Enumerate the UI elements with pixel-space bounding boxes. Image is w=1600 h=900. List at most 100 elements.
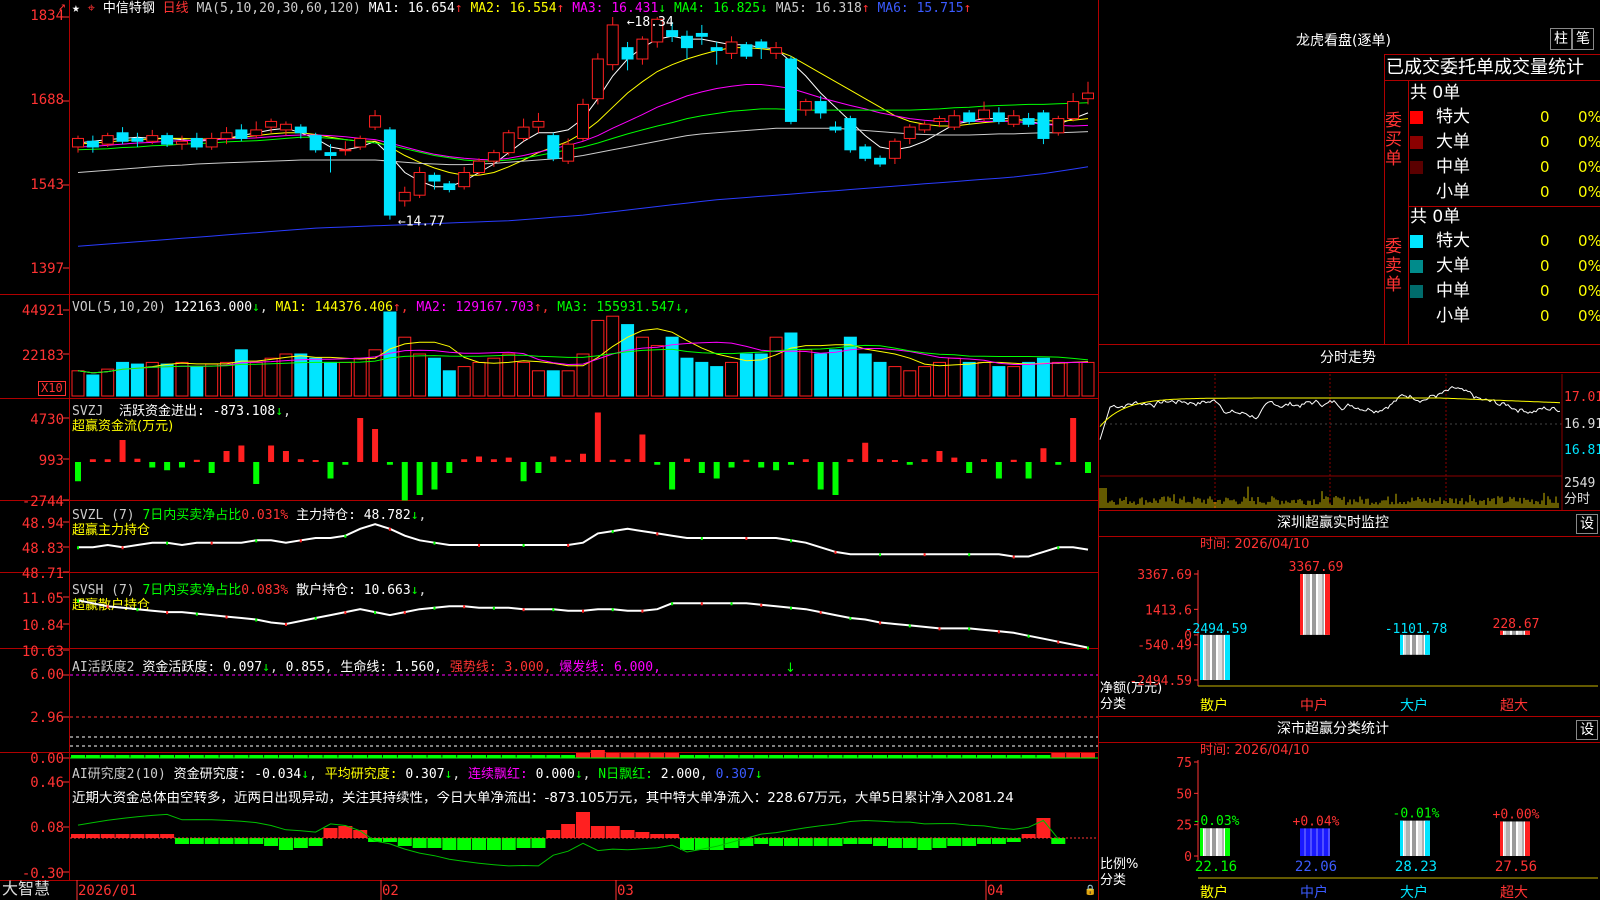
ai-research-bar — [947, 838, 962, 846]
sz-class-bar-stripe — [1512, 821, 1514, 856]
tab-tick[interactable]: 笔 — [1572, 28, 1594, 50]
volume-bar — [487, 357, 501, 397]
ai-active-bar — [605, 753, 620, 758]
volume-bar — [992, 366, 1006, 397]
tab-bar-chart[interactable]: 柱 — [1550, 28, 1572, 50]
sz-monitor-bar-stripe — [1312, 574, 1314, 635]
sz-monitor-category: 大户 — [1400, 697, 1428, 714]
svzj-bar — [832, 462, 839, 495]
sz-monitor-bar-accent — [1500, 630, 1503, 635]
sz-class-delta-label: +0.00% — [1493, 807, 1540, 822]
sz-monitor-bar-stripe — [1302, 574, 1304, 635]
candle — [72, 137, 84, 148]
candle — [978, 109, 991, 120]
candle — [606, 24, 619, 66]
sz-monitor-bar-stripe — [1404, 634, 1406, 655]
candle — [428, 174, 441, 182]
svsh-dot — [789, 606, 792, 610]
buy-row-name: 小单 — [1436, 182, 1470, 202]
sz-class-bar-stripe — [1206, 828, 1208, 856]
sz-class-bar-stripe — [1220, 828, 1222, 856]
ai-research-bar — [843, 838, 858, 844]
sell-row-pct: 0% — [1578, 257, 1600, 275]
volume-bar — [442, 370, 456, 397]
volume-bar — [472, 361, 486, 397]
sell-row-count: 0 — [1540, 282, 1550, 300]
svzj-bar — [981, 459, 988, 462]
svzl-dot — [210, 541, 213, 545]
candle — [131, 137, 144, 142]
volume-bar — [413, 353, 427, 397]
sz-class-bar-stripe — [1526, 821, 1528, 856]
ai-research-bar — [308, 838, 323, 846]
candle — [502, 132, 515, 154]
svzj-bar — [847, 459, 854, 462]
candle — [354, 137, 367, 148]
buy-row-pct: 0% — [1578, 158, 1600, 176]
sz-class-bar-stripe — [1224, 828, 1226, 856]
sz-class-xlabel: 分类 — [1100, 873, 1127, 888]
svsh-dot — [77, 599, 79, 603]
candle — [933, 118, 946, 122]
volume-bar — [101, 368, 115, 397]
sz-monitor-bar-stripe — [1212, 634, 1214, 680]
svsh-dot — [433, 606, 436, 610]
sz-monitor-bar-stripe — [1400, 634, 1402, 655]
ai-active-bar — [590, 750, 605, 758]
svsh-dot — [641, 609, 644, 613]
ai-research-bar — [902, 838, 917, 848]
volume-bar — [561, 370, 575, 397]
sz-class-bar-stripe — [1522, 821, 1524, 856]
ai-research-bar — [576, 812, 590, 838]
sz-monitor-setting-button[interactable]: 设 — [1576, 514, 1598, 534]
candle — [383, 129, 396, 216]
candle — [888, 140, 901, 159]
left-chart-canvas[interactable]: ←18.34 ←14.77 ↓ — [0, 0, 1100, 900]
sell-total: 共 0单 — [1410, 207, 1461, 227]
sz-class-bar-stripe — [1400, 820, 1402, 856]
volume-bar — [205, 363, 219, 397]
ai-research-bar — [160, 834, 175, 838]
intraday-price-1: 17.01 — [1564, 390, 1600, 405]
sz-monitor-bar-stripe — [1228, 634, 1230, 680]
ai-research-bar — [783, 838, 798, 846]
svzj-bar — [461, 459, 468, 462]
candle — [1022, 118, 1035, 125]
svzj-bar — [669, 462, 676, 490]
svzj-bar — [609, 459, 616, 462]
sz-class-time: 时间: 2026/04/10 — [1200, 743, 1310, 758]
ai-research-bar — [249, 838, 264, 844]
sz-monitor-bar-stripe — [1508, 630, 1510, 635]
intraday-title: 分时走势 — [1320, 350, 1376, 366]
volume-bar — [249, 361, 263, 397]
svzj-bar — [208, 462, 215, 473]
sell-row-name: 大单 — [1436, 256, 1470, 276]
svsh-dot — [938, 627, 941, 631]
svzj-bar — [193, 459, 200, 462]
sz-monitor-bar-stripe — [1426, 634, 1428, 655]
ai-research-bar — [561, 824, 576, 838]
volume-bar — [932, 361, 946, 397]
ai-research-bar — [382, 838, 397, 842]
sz-class-bar-stripe — [1302, 828, 1304, 856]
sz-class-bar-stripe — [1518, 821, 1520, 856]
sz-monitor-bar-stripe — [1506, 630, 1508, 635]
svzl-dot — [388, 527, 391, 531]
ai-research-bar — [546, 830, 561, 838]
sz-class-setting-button[interactable]: 设 — [1576, 720, 1598, 740]
svzl-dot — [656, 532, 659, 536]
svsh-dot — [819, 611, 822, 615]
sz-class-bar-stripe — [1408, 820, 1410, 856]
candle — [1052, 118, 1065, 134]
sz-class-value-label: 22.06 — [1295, 859, 1337, 875]
svzl-dot — [522, 543, 525, 547]
volume-bar — [918, 366, 932, 397]
svzj-bar — [817, 462, 824, 490]
sz-class-bar-stripe — [1322, 828, 1324, 856]
svzj-bar — [594, 412, 601, 462]
candle — [250, 129, 263, 137]
sz-monitor-bar-stripe — [1314, 574, 1316, 635]
svzj-bar — [104, 459, 111, 462]
volume-bar — [888, 366, 902, 397]
buy-total: 共 0单 — [1410, 83, 1461, 103]
